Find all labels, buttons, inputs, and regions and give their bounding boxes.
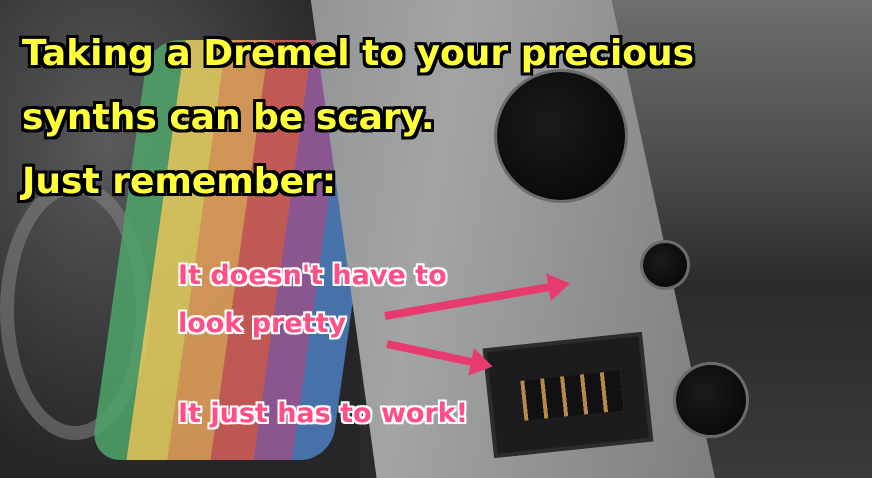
small-hole <box>643 243 687 287</box>
headline-line-2: synths can be scary. <box>22 97 435 138</box>
headline-line-3: Just remember: <box>22 161 337 202</box>
connector-pins <box>520 370 624 421</box>
annotation-pretty-2: look pretty <box>178 308 347 339</box>
annotation-pretty-1: It doesn't have to <box>178 260 447 291</box>
annotation-work: It just has to work! <box>178 398 469 429</box>
headline-line-1: Taking a Dremel to your precious <box>22 33 695 74</box>
ribbon-connector <box>482 331 654 459</box>
large-hole <box>497 72 625 200</box>
medium-hole <box>676 365 746 435</box>
photo-background: Taking a Dremel to your precious synths … <box>0 0 872 478</box>
